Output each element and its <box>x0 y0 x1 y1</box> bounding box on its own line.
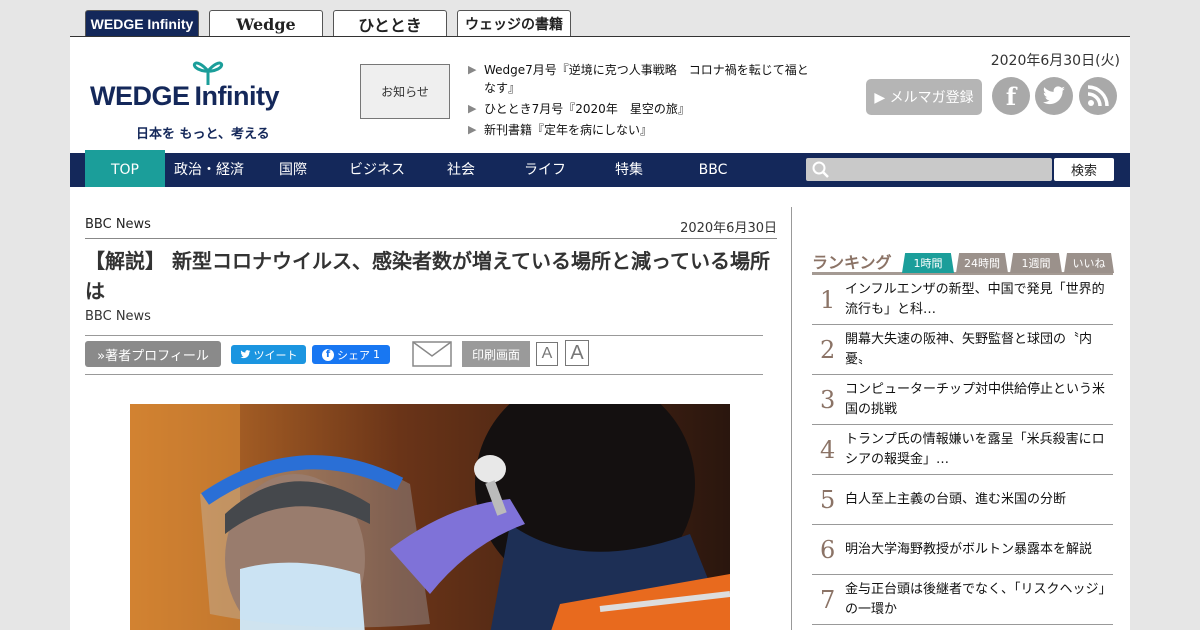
ranking-text: トランプ氏の情報嫌いを露呈「米兵殺害にロシアの報奨金」… <box>845 432 1105 467</box>
search-icon <box>812 161 829 178</box>
article-byline: BBC News <box>85 309 151 324</box>
ranking-number: 7 <box>820 586 836 614</box>
article-source[interactable]: BBC News <box>85 217 151 232</box>
column-divider <box>791 207 792 630</box>
nav-bbc[interactable]: BBC <box>673 153 753 187</box>
site-logo[interactable]: WEDGE Infinity 日本を もっと、考える <box>90 55 320 142</box>
facebook-icon: f <box>322 348 334 361</box>
share-bar: »著者プロフィール ツイート f シェア 1 印刷画面 A A <box>85 335 763 375</box>
ranking-text: 白人至上主義の台頭、進む米国の分断 <box>845 492 1067 507</box>
news-list: ▶ Wedge7月号『逆境に克つ人事戦略 コロナ禍を転じて福となす』 ▶ ひととき7… <box>468 61 813 142</box>
site-tabs: WEDGE Infinity Wedge ひととき ウェッジの書籍 <box>85 10 571 37</box>
tweet-button[interactable]: ツイート <box>231 345 306 364</box>
article-photo <box>130 404 730 630</box>
ranking-number: 3 <box>820 386 836 414</box>
ranking-tab-1h[interactable]: 1時間 <box>902 253 954 273</box>
author-profile-button[interactable]: »著者プロフィール <box>85 341 221 367</box>
logo-left: WEDGE <box>90 81 190 111</box>
ranking-tab-likes[interactable]: いいね <box>1064 253 1114 273</box>
page: WEDGE Infinity 日本を もっと、考える お知らせ ▶ Wedge7月号… <box>70 36 1130 630</box>
ranking-text: コンピューターチップ対中供給停止という米国の挑戦 <box>845 382 1106 417</box>
ranking-text: 開幕大失速の阪神、矢野監督と球団の〝内憂〟 <box>845 332 1093 367</box>
ranking-text: 金与正台頭は後継者でなく、「リスクヘッジ」の一環か <box>845 582 1106 617</box>
arrow-right-icon: ▶ <box>468 63 477 76</box>
news-item[interactable]: ▶ ひととき7月号『2020年 星空の旅』 <box>468 100 813 118</box>
ranking-item[interactable]: 6 明治大学海野教授がボルトン暴露本を解説 <box>812 525 1113 575</box>
search-button[interactable]: 検索 <box>1054 158 1114 181</box>
ranking-number: 1 <box>820 286 836 314</box>
ranking-number: 6 <box>820 536 836 564</box>
site-tab-hitotoki[interactable]: ひととき <box>333 10 447 37</box>
nav-society[interactable]: 社会 <box>421 153 501 187</box>
site-tab-books[interactable]: ウェッジの書籍 <box>457 10 571 37</box>
ranking-title: ランキング <box>812 253 892 272</box>
twitter-icon[interactable] <box>1035 77 1073 115</box>
font-size-small-button[interactable]: A <box>536 342 558 366</box>
ranking-panel: ランキング 1時間 24時間 1週間 いいね 1 インフルエンザの新型、中国で発… <box>812 249 1114 625</box>
ranking-header: ランキング 1時間 24時間 1週間 いいね <box>812 249 1114 275</box>
ranking-number: 4 <box>820 436 836 464</box>
nav-international[interactable]: 国際 <box>253 153 333 187</box>
arrow-right-icon: ▶ <box>468 102 477 115</box>
nav-business[interactable]: ビジネス <box>337 153 417 187</box>
logo-right: Infinity <box>194 81 280 111</box>
facebook-icon[interactable]: f <box>992 77 1030 115</box>
ranking-item[interactable]: 4 トランプ氏の情報嫌いを露呈「米兵殺害にロシアの報奨金」… <box>812 425 1113 475</box>
rss-icon[interactable] <box>1079 77 1117 115</box>
ranking-item[interactable]: 1 インフルエンザの新型、中国で発見「世界的流行も」と科… <box>812 275 1113 325</box>
news-item[interactable]: ▶ 新刊書籍『定年を病にしない』 <box>468 121 813 139</box>
notice-box[interactable]: お知らせ <box>360 64 450 119</box>
site-tab-wedge-infinity[interactable]: WEDGE Infinity <box>85 10 199 37</box>
nav-features[interactable]: 特集 <box>589 153 669 187</box>
arrow-right-icon: ▶ <box>468 123 477 136</box>
share-count: 1 <box>373 348 380 361</box>
header-date: 2020年6月30日(火) <box>990 53 1120 69</box>
newsletter-button[interactable]: ▶ メルマガ登録 <box>866 79 982 115</box>
ranking-text: 明治大学海野教授がボルトン暴露本を解説 <box>845 542 1093 557</box>
ranking-number: 2 <box>820 336 836 364</box>
ranking-number: 5 <box>820 486 836 514</box>
logo-tagline: 日本を もっと、考える <box>136 127 270 142</box>
search-input[interactable] <box>806 158 1052 181</box>
article-divider <box>85 238 777 239</box>
ranking-tab-1w[interactable]: 1週間 <box>1010 253 1062 273</box>
ranking-tab-24h[interactable]: 24時間 <box>956 253 1008 273</box>
article-date: 2020年6月30日 <box>680 221 777 236</box>
news-item[interactable]: ▶ Wedge7月号『逆境に克つ人事戦略 コロナ禍を転じて福となす』 <box>468 61 813 97</box>
mail-icon[interactable] <box>412 341 452 367</box>
logo-wordmark: WEDGE Infinity <box>90 81 280 112</box>
article-title: 【解説】 新型コロナウイルス、感染者数が増えている場所と減っている場所は <box>85 249 770 303</box>
nav-top[interactable]: TOP <box>85 150 165 187</box>
ranking-item[interactable]: 2 開幕大失速の阪神、矢野監督と球団の〝内憂〟 <box>812 325 1113 375</box>
twitter-bird-icon <box>240 350 250 359</box>
main-nav: TOP 政治・経済 国際 ビジネス 社会 ライフ 特集 BBC 検索 <box>70 150 1130 187</box>
nav-life[interactable]: ライフ <box>505 153 585 187</box>
facebook-share-button[interactable]: f シェア 1 <box>312 345 390 364</box>
ranking-item[interactable]: 7 金与正台頭は後継者でなく、「リスクヘッジ」の一環か <box>812 575 1113 625</box>
font-size-large-button[interactable]: A <box>565 340 589 366</box>
print-button[interactable]: 印刷画面 <box>462 341 530 367</box>
ranking-text: インフルエンザの新型、中国で発見「世界的流行も」と科… <box>845 282 1105 317</box>
ranking-item[interactable]: 5 白人至上主義の台頭、進む米国の分断 <box>812 475 1113 525</box>
nav-politics-economy[interactable]: 政治・経済 <box>167 153 251 187</box>
ranking-item[interactable]: 3 コンピューターチップ対中供給停止という米国の挑戦 <box>812 375 1113 425</box>
site-tab-wedge[interactable]: Wedge <box>209 10 323 37</box>
